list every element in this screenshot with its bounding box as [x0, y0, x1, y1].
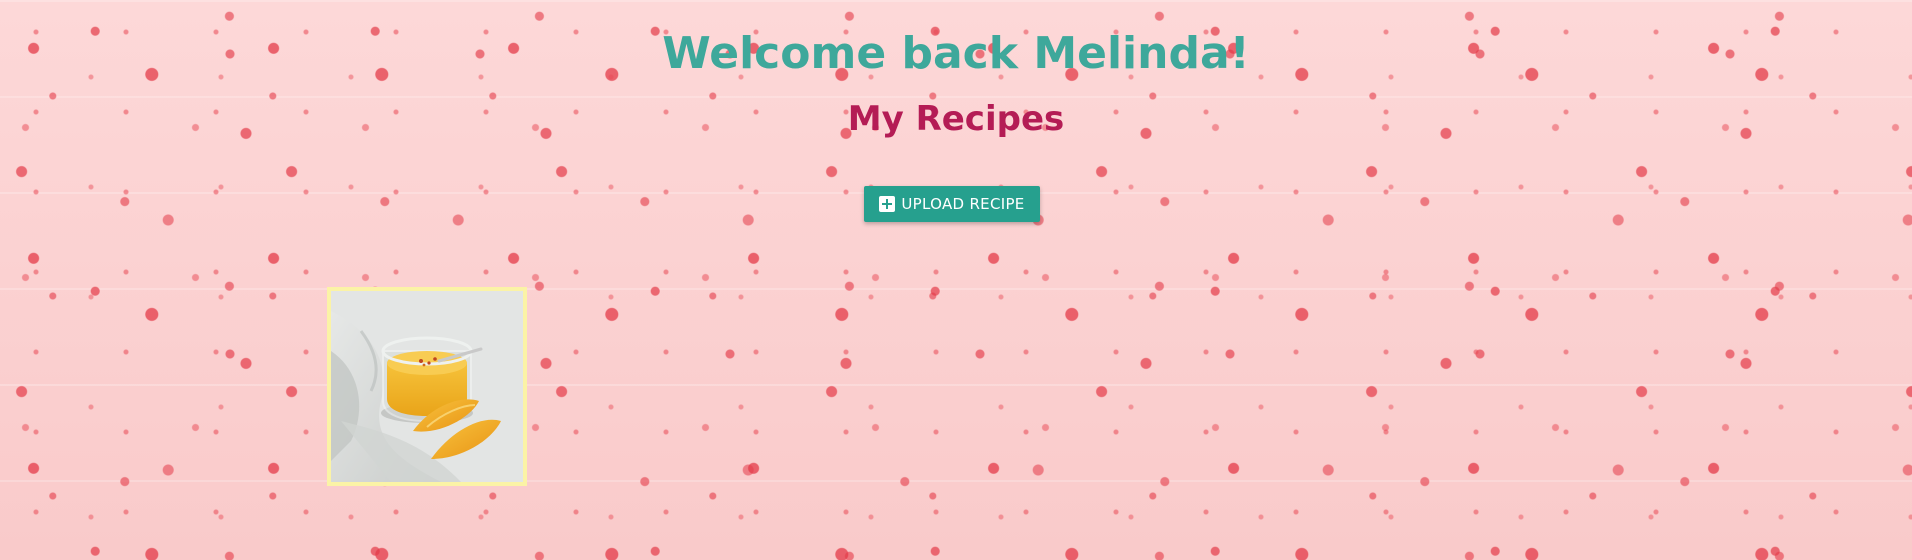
- background-texture: [0, 0, 1912, 560]
- plus-square-icon: [879, 196, 896, 212]
- upload-recipe-label: UPLOAD RECIPE: [901, 195, 1025, 213]
- recipe-card[interactable]: [327, 287, 527, 486]
- upload-recipe-button[interactable]: UPLOAD RECIPE: [864, 186, 1040, 222]
- page-title: My Recipes: [847, 99, 1065, 139]
- welcome-heading: Welcome back Melinda!: [662, 28, 1250, 79]
- recipe-image: [331, 291, 523, 482]
